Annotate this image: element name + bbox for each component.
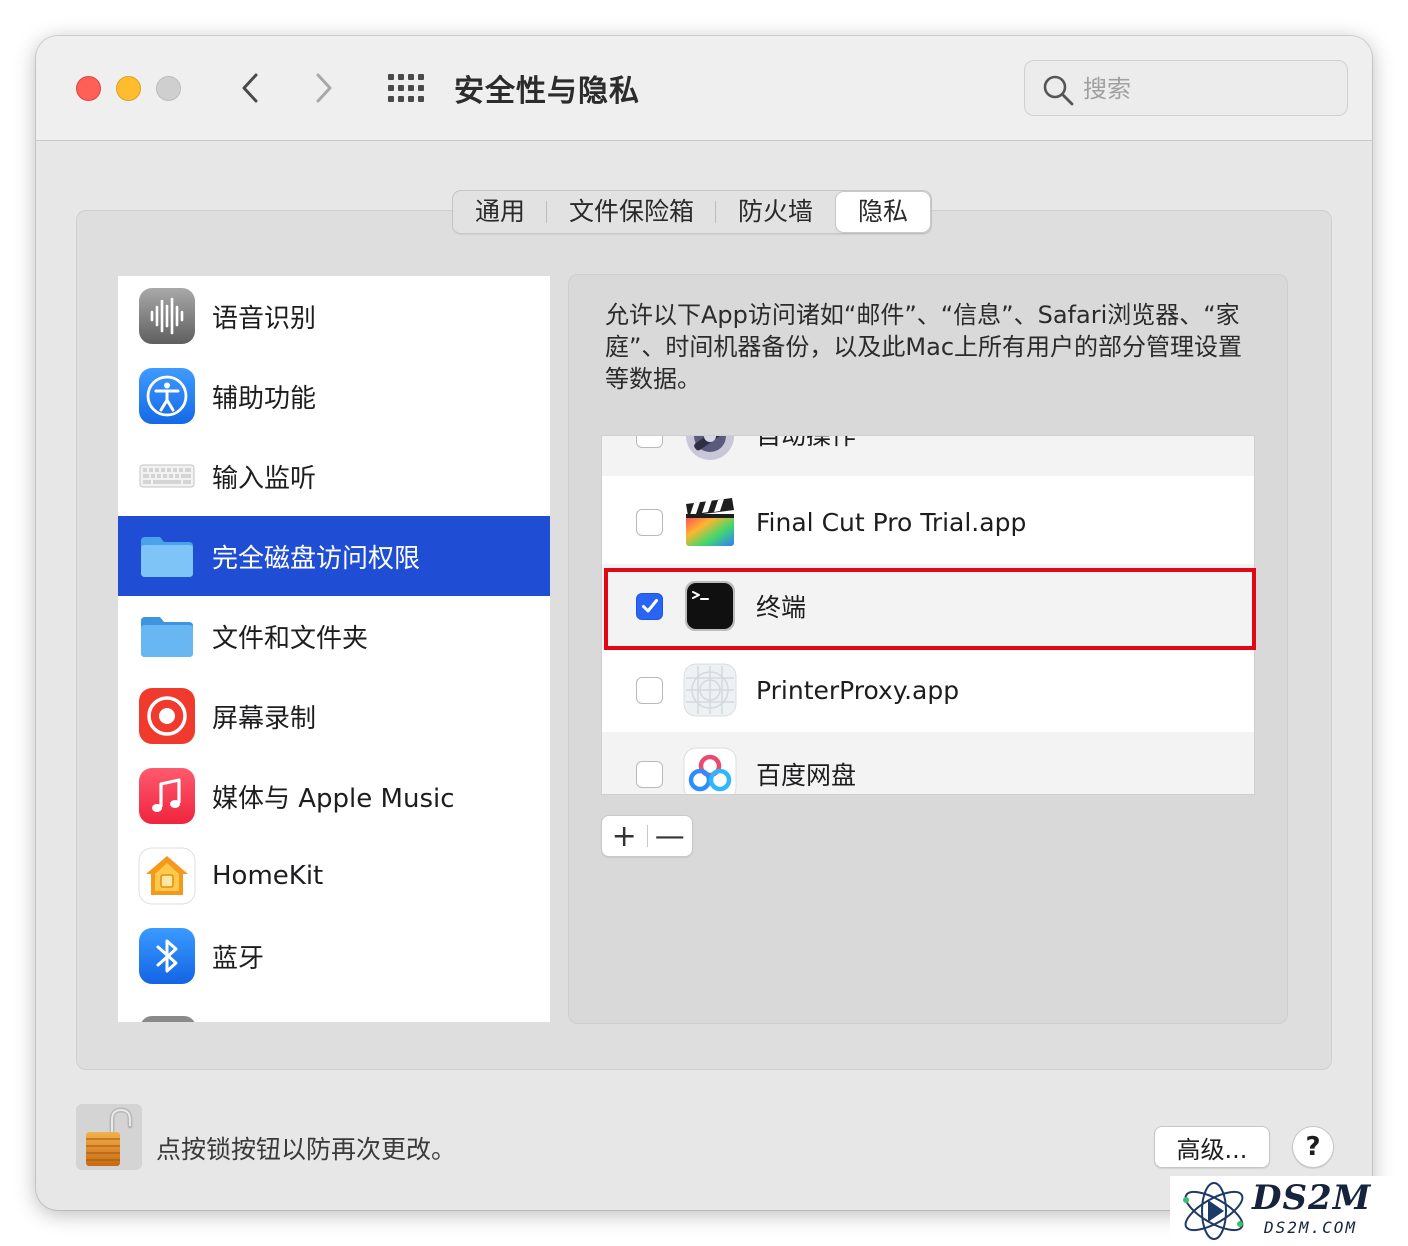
app-row-baidu-netdisk[interactable]: 百度网盘	[602, 732, 1254, 794]
sidebar-item-input-monitoring[interactable]: 输入监听	[118, 436, 550, 516]
app-name: Final Cut Pro Trial.app	[756, 507, 1027, 537]
tab-firewall[interactable]: 防火墙	[716, 191, 835, 233]
sidebar-item-media-apple-music[interactable]: 媒体与 Apple Music	[118, 756, 550, 836]
sidebar-item-label: 文件和文件夹	[212, 623, 369, 654]
watermark-brand: DS2M	[1252, 1178, 1372, 1218]
bluetooth-icon	[138, 927, 196, 985]
app-row-terminal[interactable]: 终端	[602, 564, 1254, 648]
watermark-logo: DS2M DS2M.COM	[1170, 1176, 1402, 1244]
final-cut-pro-icon	[686, 498, 734, 546]
sidebar-item-label: 辅助功能	[212, 383, 317, 414]
sidebar-item-label: 语音识别	[212, 303, 317, 334]
app-name: 自动操作	[756, 435, 857, 450]
titlebar: 安全性与隐私	[36, 36, 1372, 141]
app-checkbox[interactable]	[636, 760, 663, 788]
minimize-button[interactable]	[116, 76, 141, 101]
close-button[interactable]	[76, 76, 101, 101]
sidebar-item-accessibility[interactable]: 辅助功能	[118, 356, 550, 436]
show-all-grid-icon[interactable]	[386, 72, 426, 104]
sidebar-item-screen-recording[interactable]: 屏幕录制	[118, 676, 550, 756]
tab-bar: 通用 文件保险箱 防火墙 隐私	[452, 190, 933, 234]
folder-icon	[138, 607, 196, 665]
tab-privacy[interactable]: 隐私	[836, 192, 931, 232]
window-title: 安全性与隐私	[454, 74, 640, 109]
sidebar-item-bluetooth[interactable]: 蓝牙	[118, 916, 550, 996]
keyboard-icon	[138, 447, 196, 505]
advanced-button[interactable]: 高级...	[1154, 1126, 1270, 1168]
padlock-unlocked-icon[interactable]	[76, 1104, 142, 1170]
accessibility-icon	[138, 367, 196, 425]
sidebar-item-label: 输入监听	[212, 463, 317, 494]
search-field[interactable]	[1024, 60, 1348, 116]
chevron-right-icon	[316, 73, 332, 103]
app-checkbox-checked[interactable]	[636, 592, 663, 620]
remove-app-button[interactable]: —	[647, 816, 692, 856]
chevron-left-icon	[242, 73, 258, 103]
privacy-category-list: 语音识别 辅助功能 输入监听 完全磁盘访问权限 文件和文件夹 屏幕录制 媒体与 …	[118, 276, 550, 1022]
sidebar-item-speech-recognition[interactable]: 语音识别	[118, 276, 550, 356]
preferences-window: 安全性与隐私 通用 文件保险箱 防火墙 隐私 语音识别	[36, 36, 1372, 1210]
back-button[interactable]	[232, 70, 268, 106]
baidu-netdisk-icon	[683, 747, 737, 794]
watermark-domain: DS2M.COM	[1264, 1218, 1358, 1237]
partial-sidebar-item-icon	[140, 1016, 196, 1022]
app-permission-list[interactable]: 自动操作 Final Cut Pro Trial.app 终端 PrinterP…	[601, 435, 1255, 795]
app-name: 终端	[756, 593, 807, 622]
atom-logo-icon	[1183, 1182, 1244, 1240]
sidebar-item-homekit[interactable]: HomeKit	[118, 836, 550, 916]
app-row-final-cut-pro[interactable]: Final Cut Pro Trial.app	[602, 480, 1254, 564]
homekit-icon	[138, 847, 196, 905]
music-icon	[138, 767, 196, 825]
sidebar-item-label: 媒体与 Apple Music	[212, 783, 455, 814]
tab-general[interactable]: 通用	[453, 191, 548, 233]
app-name: 百度网盘	[756, 761, 857, 790]
add-remove-control: + —	[601, 815, 693, 857]
sidebar-item-label: 屏幕录制	[212, 703, 317, 734]
automator-icon	[686, 436, 734, 460]
permission-description: 允许以下App访问诸如“邮件”、“信息”、Safari浏览器、“家庭”、时间机器…	[605, 301, 1243, 393]
app-checkbox[interactable]	[636, 676, 663, 704]
add-app-button[interactable]: +	[602, 816, 647, 856]
app-checkbox[interactable]	[636, 508, 663, 536]
help-button[interactable]: ?	[1292, 1126, 1334, 1168]
tab-filevault[interactable]: 文件保险箱	[547, 191, 717, 233]
app-row-automator[interactable]: 自动操作	[602, 435, 1254, 476]
app-row-printer-proxy[interactable]: PrinterProxy.app	[602, 648, 1254, 732]
sidebar-item-files-and-folders[interactable]: 文件和文件夹	[118, 596, 550, 676]
sidebar-item-full-disk-access[interactable]: 完全磁盘访问权限	[118, 516, 550, 596]
screen-recording-icon	[138, 687, 196, 745]
search-input[interactable]	[1083, 69, 1333, 109]
sidebar-item-label: 蓝牙	[212, 943, 265, 974]
search-icon	[1043, 75, 1074, 106]
app-name: PrinterProxy.app	[756, 675, 960, 705]
lock-hint-text: 点按锁按钮以防再次更改。	[156, 1135, 457, 1164]
terminal-icon	[685, 581, 735, 631]
zoom-button[interactable]	[156, 76, 181, 101]
sidebar-item-label: HomeKit	[212, 861, 324, 891]
sidebar-item-label: 完全磁盘访问权限	[212, 543, 421, 574]
folder-icon	[138, 527, 196, 585]
forward-button[interactable]	[306, 70, 342, 106]
printer-proxy-icon	[683, 663, 737, 717]
checkmark-icon	[641, 599, 658, 613]
app-checkbox[interactable]	[636, 436, 663, 448]
speech-recognition-icon	[138, 287, 196, 345]
detail-panel: 允许以下App访问诸如“邮件”、“信息”、Safari浏览器、“家庭”、时间机器…	[568, 274, 1288, 1024]
